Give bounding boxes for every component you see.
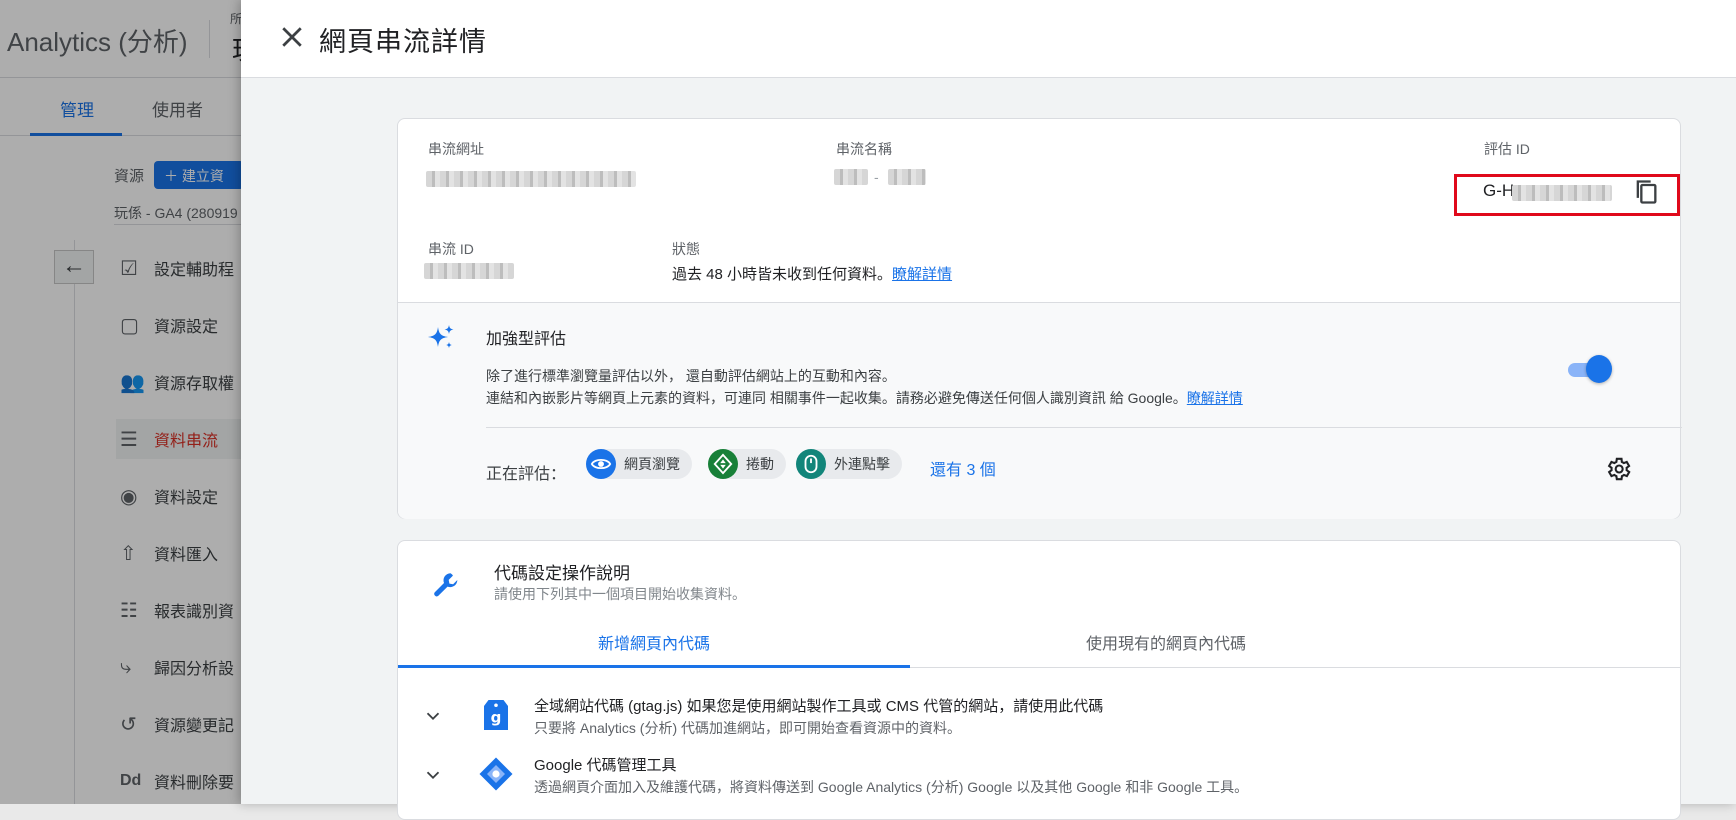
tab-add-new-tag[interactable]: 新增網頁內代碼 [398,623,910,667]
enhanced-learn-more-link[interactable]: 瞭解詳情 [1187,390,1243,406]
stream-id-label: 串流 ID [428,241,474,257]
drawer-title: 網頁串流詳情 [319,27,487,57]
sparkle-icon [428,325,454,348]
gtm-title: Google 代碼管理工具 [534,757,677,774]
chevron-down-icon[interactable] [422,705,444,727]
mouse-icon [796,449,826,479]
close-icon[interactable] [277,22,307,52]
stream-id-redacted [424,263,514,279]
enhanced-measurement-toggle[interactable] [1566,355,1612,383]
stream-name-value-redacted [834,169,868,185]
tag-manager-icon [479,757,513,791]
status-label: 狀態 [672,241,700,257]
stream-name-separator: - [874,169,879,185]
toggle-knob [1586,355,1612,383]
tagging-instructions-card: 代碼設定操作說明 請使用下列其中一個項目開始收集資料。 新增網頁內代碼 使用現有… [397,540,1681,820]
method-row-gtm[interactable]: Google 代碼管理工具 透過網頁介面加入及維護代碼，將資料傳送到 Googl… [398,746,1680,806]
eye-icon [586,449,616,479]
stream-name-label: 串流名稱 [836,141,892,157]
measurement-id-label: 評估 ID [1484,141,1530,157]
wrench-icon [434,573,458,597]
copy-icon[interactable] [1632,177,1660,207]
tab-active-indicator [398,665,910,668]
tab-use-existing-tag[interactable]: 使用現有的網頁內代碼 [910,623,1422,667]
enhanced-measurement-section: 加強型評估 除了進行標準瀏覽量評估以外， 還自動評估網站上的互動和內容。 連結和… [398,303,1682,519]
tagging-title: 代碼設定操作說明 [494,564,630,583]
stream-name-value-redacted-2 [888,169,926,185]
stream-url-label: 串流網址 [428,141,484,157]
svg-text:g: g [491,709,502,727]
gear-icon[interactable] [1604,455,1632,483]
stream-details-drawer: 網頁串流詳情 串流網址 串流名稱 - 評估 ID G-H 串流 ID 狀態 過去… [241,0,1736,820]
status-learn-more-link[interactable]: 瞭解詳情 [892,266,952,283]
stream-url-value-redacted [426,171,636,187]
method-row-gtag[interactable]: g 全域網站代碼 (gtag.js) 如果您是使用網站製作工具或 CMS 代管的… [398,687,1680,747]
enhanced-measurement-title: 加強型評估 [486,331,567,348]
chevron-down-icon[interactable] [422,764,444,786]
enhanced-divider [486,427,1682,428]
enhanced-measurement-description: 除了進行標準瀏覽量評估以外， 還自動評估網站上的互動和內容。 連結和內嵌影片等網… [486,368,1243,406]
tagging-subtitle: 請使用下列其中一個項目開始收集資料。 [494,586,746,602]
more-events-link[interactable]: 還有 3 個 [930,456,996,480]
gtag-subtitle: 只要將 Analytics (分析) 代碼加進網站，即可開始查看資源中的資料。 [534,720,962,736]
scroll-icon [708,449,738,479]
chip-page-views[interactable]: 網頁瀏覽 [586,449,692,479]
gtag-title: 全域網站代碼 (gtag.js) 如果您是使用網站製作工具或 CMS 代管的網站… [534,698,1104,715]
measuring-label: 正在評估： [486,466,567,483]
status-text: 過去 48 小時皆未收到任何資料。瞭解詳情 [672,266,953,283]
chip-outbound-clicks[interactable]: 外連點擊 [796,449,902,479]
drawer-header: 網頁串流詳情 [241,0,1736,78]
gtm-subtitle: 透過網頁介面加入及維護代碼，將資料傳送到 Google Analytics (分… [534,779,1249,795]
gtag-icon: g [484,700,508,730]
chip-scrolls[interactable]: 捲動 [708,449,786,479]
